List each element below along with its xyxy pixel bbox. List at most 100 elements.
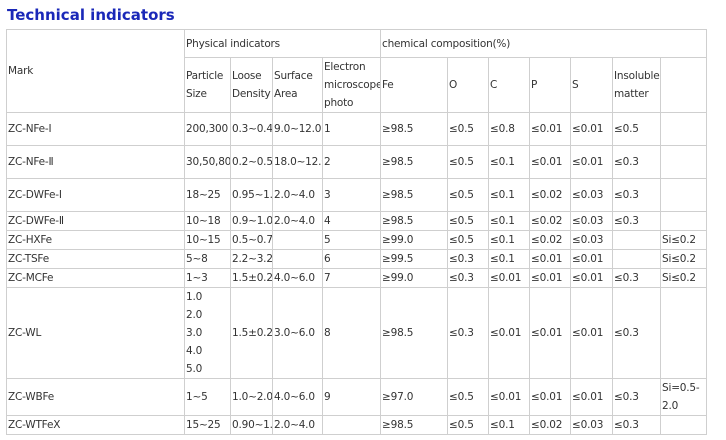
cell-surface-area: 9.0~12.0 xyxy=(272,112,323,146)
cell-extra xyxy=(660,287,708,379)
cell-c: ≤0.01 xyxy=(488,378,531,416)
cell-s: ≤0.01 xyxy=(570,112,614,146)
cell-p: ≤0.01 xyxy=(529,287,572,379)
cell-photo xyxy=(321,415,382,435)
cell-mark: ZC-WL xyxy=(6,287,185,379)
cell-mark: ZC-WBFe xyxy=(6,378,185,416)
particle-size-value: 1~5 xyxy=(186,391,208,403)
header-physical-indicators: Physical indicators xyxy=(183,29,382,58)
cell-extra xyxy=(660,112,708,146)
particle-size-value: 15~25 xyxy=(186,419,221,431)
cell-c: ≤0.1 xyxy=(488,145,531,179)
cell-fe: ≥97.0 xyxy=(380,378,449,416)
cell-extra xyxy=(660,211,708,231)
cell-p: ≤0.01 xyxy=(529,268,572,288)
cell-mark: ZC-NFe-Ⅰ xyxy=(6,112,185,146)
cell-mark: ZC-NFe-Ⅱ xyxy=(6,145,185,179)
cell-fe: ≥98.5 xyxy=(380,415,449,435)
table-row: ZC-WL 1.0 2.0 3.0 4.0 5.0 1.5±0.2 3.0~6.0 8 ≥98.5… xyxy=(6,287,708,379)
cell-fe: ≥98.5 xyxy=(380,211,449,231)
particle-size-value: 2.0 xyxy=(186,309,203,321)
cell-surface-area: 2.0~4.0 xyxy=(272,415,323,435)
header-s: S xyxy=(570,57,614,113)
header-particle-size: Particle Size xyxy=(184,57,231,113)
header-surface-area: Surface Area xyxy=(272,57,323,113)
cell-c: ≤0.1 xyxy=(488,178,531,212)
cell-mark: ZC-TSFe xyxy=(6,249,185,269)
cell-loose-density: 2.2~3.2 xyxy=(230,249,273,269)
cell-extra: Si≤0.2 xyxy=(660,268,708,288)
cell-insoluble: ≤0.3 xyxy=(612,178,662,212)
cell-photo: 1 xyxy=(321,112,382,146)
table-row: ZC-NFe-Ⅱ 30,50,80 0.2~0.5 18.0~12.0 2 ≥98.5 ≤0… xyxy=(6,145,708,179)
cell-fe: ≥99.0 xyxy=(380,230,449,250)
cell-loose-density: 1.5±0.2 xyxy=(230,268,273,288)
particle-size-value: 4.0 xyxy=(186,345,203,357)
cell-extra: Si≤0.2 xyxy=(660,230,708,250)
header-fe: Fe xyxy=(380,57,449,113)
page-title: Technical indicators xyxy=(7,6,175,24)
cell-s: ≤0.01 xyxy=(570,145,614,179)
cell-surface-area: 18.0~12.0 xyxy=(272,145,323,179)
cell-insoluble: ≤0.5 xyxy=(612,112,662,146)
cell-o: ≤0.5 xyxy=(447,378,490,416)
cell-c: ≤0.01 xyxy=(488,268,531,288)
cell-insoluble: ≤0.3 xyxy=(612,378,662,416)
cell-s: ≤0.01 xyxy=(570,268,614,288)
cell-surface-area: 4.0~6.0 xyxy=(272,378,323,416)
cell-p: ≤0.02 xyxy=(529,230,572,250)
header-insoluble-matter: Insoluble matter xyxy=(612,57,662,113)
cell-s: ≤0.03 xyxy=(570,211,614,231)
cell-c: ≤0.1 xyxy=(488,211,531,231)
cell-insoluble xyxy=(612,230,662,250)
cell-particle-size: 1.0 2.0 3.0 4.0 5.0 xyxy=(184,287,231,379)
header-p: P xyxy=(529,57,572,113)
cell-fe: ≥98.5 xyxy=(380,145,449,179)
particle-size-value: 30,50,80 xyxy=(186,156,231,168)
cell-o: ≤0.3 xyxy=(447,268,490,288)
header-mark: Mark xyxy=(6,29,185,113)
cell-c: ≤0.8 xyxy=(488,112,531,146)
header-chemical-composition: chemical composition(%) xyxy=(380,29,708,58)
cell-o: ≤0.5 xyxy=(447,112,490,146)
cell-surface-area xyxy=(272,230,323,250)
cell-loose-density: 0.90~1.0 xyxy=(230,415,273,435)
cell-particle-size: 200,300 xyxy=(184,112,231,146)
particle-size-value: 5.0 xyxy=(186,363,203,375)
table-row: ZC-MCFe 1~3 1.5±0.2 4.0~6.0 7 ≥99.0 ≤0.3 ≤0.01 ≤… xyxy=(6,268,708,288)
cell-extra xyxy=(660,415,708,435)
cell-o: ≤0.5 xyxy=(447,211,490,231)
cell-s: ≤0.03 xyxy=(570,415,614,435)
cell-loose-density: 0.3~0.4 xyxy=(230,112,273,146)
cell-p: ≤0.01 xyxy=(529,378,572,416)
cell-particle-size: 15~25 xyxy=(184,415,231,435)
cell-surface-area xyxy=(272,249,323,269)
table-row: ZC-DWFe-Ⅱ10~180.9~1.052.0~4.04≥98.5≤0.5≤… xyxy=(6,211,708,231)
cell-loose-density: 0.5~0.7 xyxy=(230,230,273,250)
cell-particle-size: 5~8 xyxy=(184,249,231,269)
cell-particle-size: 1~3 xyxy=(184,268,231,288)
particle-size-value: 18~25 xyxy=(186,189,221,201)
cell-loose-density: 0.95~1.1 xyxy=(230,178,273,212)
cell-loose-density: 1.5±0.2 xyxy=(230,287,273,379)
cell-p: ≤0.02 xyxy=(529,415,572,435)
cell-p: ≤0.01 xyxy=(529,249,572,269)
cell-photo: 7 xyxy=(321,268,382,288)
header-c: C xyxy=(488,57,531,113)
particle-size-value: 10~18 xyxy=(186,215,221,227)
header-loose-density: Loose Density xyxy=(230,57,273,113)
header-group-row: Mark Physical indicators chemical compos… xyxy=(6,29,708,113)
cell-s: ≤0.01 xyxy=(570,249,614,269)
cell-o: ≤0.5 xyxy=(447,415,490,435)
cell-particle-size: 18~25 xyxy=(184,178,231,212)
cell-surface-area: 4.0~6.0 xyxy=(272,268,323,288)
header-extra xyxy=(660,57,708,113)
table-row: ZC-WTFeX15~250.90~1.02.0~4.0≥98.5≤0.5≤0.… xyxy=(6,415,708,435)
cell-photo: 4 xyxy=(321,211,382,231)
cell-fe: ≥98.5 xyxy=(380,178,449,212)
cell-o: ≤0.3 xyxy=(447,287,490,379)
cell-fe: ≥98.5 xyxy=(380,287,449,379)
header-electron-microscope-photo: Electron microscope photo xyxy=(321,57,382,113)
cell-s: ≤0.03 xyxy=(570,178,614,212)
table-row: ZC-WBFe 1~5 1.0~2.0 4.0~6.0 9 ≥97.0 ≤0.5 ≤0.01 ≤… xyxy=(6,378,708,416)
